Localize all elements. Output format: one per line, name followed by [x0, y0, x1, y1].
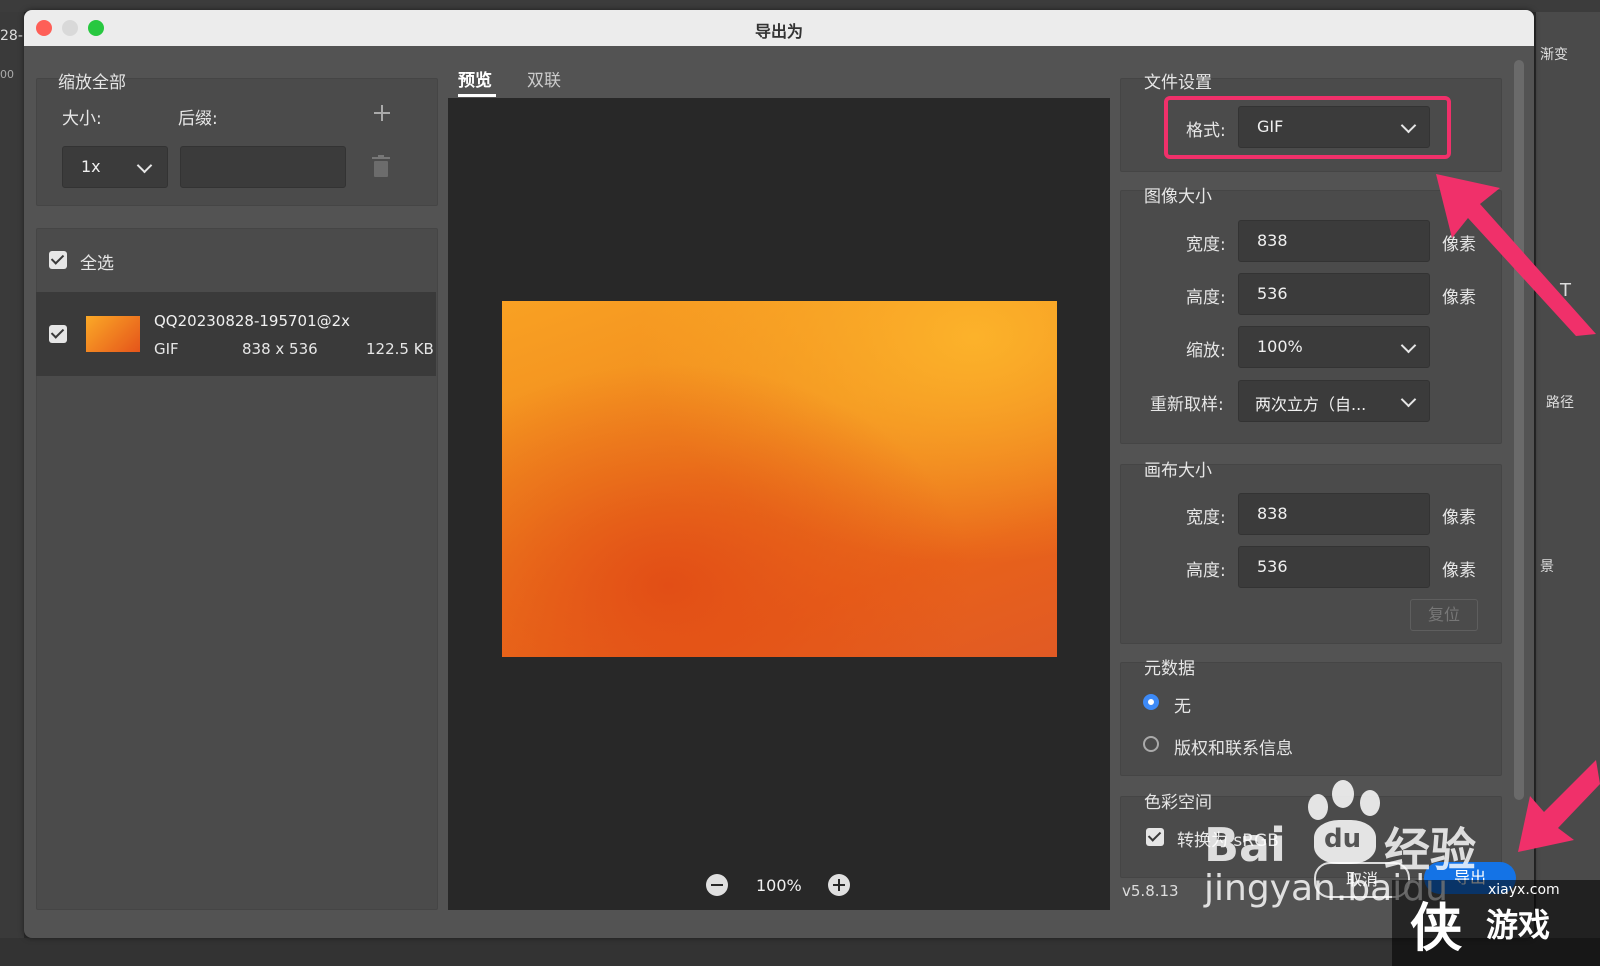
reset-button[interactable]: 复位 — [1410, 599, 1478, 631]
ruler-label: 00 — [0, 68, 14, 81]
canvas-height-label: 高度: — [1186, 561, 1226, 581]
title-bar: 导出为 — [24, 10, 1534, 46]
app-left-edge: 28- 00 — [0, 12, 24, 966]
canvas-height-value: 536 — [1257, 557, 1288, 576]
annotation-arrow-up-icon — [1436, 174, 1596, 336]
size-select-value: 1x — [81, 157, 101, 176]
image-height-label: 高度: — [1186, 288, 1226, 308]
add-scale-icon[interactable] — [374, 105, 390, 121]
metadata-heading: 元数据 — [1144, 659, 1195, 679]
background-label: 景 — [1540, 559, 1554, 575]
asset-filename: QQ20230828-195701@2x — [154, 312, 351, 330]
canvas-width-value: 838 — [1257, 504, 1288, 523]
paths-label: 路径 — [1546, 395, 1574, 411]
size-label: 大小: — [62, 109, 102, 129]
canvas-width-label: 宽度: — [1186, 508, 1226, 528]
asset-thumbnail — [86, 316, 140, 352]
zoom-level: 100% — [756, 876, 802, 895]
scale-select[interactable]: 100% — [1238, 326, 1430, 368]
resample-label: 重新取样: — [1150, 395, 1224, 415]
suffix-input[interactable] — [180, 146, 346, 188]
image-height-value: 536 — [1257, 284, 1288, 303]
scale-all-heading: 缩放全部 — [58, 73, 126, 93]
canvas-width-unit: 像素 — [1442, 508, 1476, 528]
xiayx-xia-glyph: 侠 — [1410, 899, 1463, 959]
metadata-none-label: 无 — [1174, 697, 1191, 717]
image-width-label: 宽度: — [1186, 235, 1226, 255]
canvas-height-input[interactable]: 536 — [1238, 546, 1430, 588]
trash-icon[interactable] — [372, 155, 390, 177]
metadata-copyright-label: 版权和联系信息 — [1174, 739, 1293, 759]
active-tab-indicator — [458, 94, 496, 97]
canvas-width-input[interactable]: 838 — [1238, 493, 1430, 535]
asset-row[interactable]: QQ20230828-195701@2x GIF 838 x 536 122.5… — [36, 292, 436, 376]
zoom-in-icon[interactable] — [828, 874, 850, 896]
annotation-highlight-box — [1164, 96, 1451, 159]
tab-preview[interactable]: 预览 — [458, 66, 492, 91]
xiayx-logo: xiayx.com 侠 游戏 — [1392, 880, 1600, 966]
asset-checkbox[interactable] — [49, 325, 67, 343]
chevron-down-icon — [136, 157, 153, 174]
size-select[interactable]: 1x — [62, 146, 168, 188]
resample-select-value: 两次立方（自... — [1255, 395, 1367, 414]
metadata-none-radio[interactable] — [1143, 694, 1159, 710]
image-width-input[interactable]: 838 — [1238, 220, 1430, 262]
select-all-checkbox[interactable] — [49, 251, 67, 269]
select-all-label: 全选 — [80, 254, 114, 274]
image-height-input[interactable]: 536 — [1238, 273, 1430, 315]
suffix-label: 后缀: — [178, 109, 218, 129]
scale-label: 缩放: — [1186, 341, 1226, 361]
baidu-watermark-bai: Bai — [1204, 818, 1286, 872]
gradient-label: 渐变 — [1540, 47, 1568, 63]
scale-select-value: 100% — [1257, 337, 1303, 356]
xiayx-site: xiayx.com — [1488, 882, 1560, 898]
zoom-out-icon[interactable] — [706, 874, 728, 896]
metadata-copyright-radio[interactable] — [1143, 736, 1159, 752]
preview-image — [502, 301, 1057, 657]
chevron-down-icon — [1400, 391, 1417, 408]
asset-dimensions: 838 x 536 — [242, 340, 318, 358]
chevron-down-icon — [1400, 337, 1417, 354]
canvas-size-heading: 画布大小 — [1144, 461, 1212, 481]
preview-canvas[interactable]: 100% — [448, 98, 1110, 910]
ruler-label: 28- — [0, 28, 23, 44]
asset-filesize: 122.5 KB — [366, 340, 434, 358]
asset-format: GIF — [154, 340, 179, 358]
app-status-bar — [0, 938, 1600, 966]
baidu-watermark-du: du — [1324, 824, 1362, 854]
color-space-heading: 色彩空间 — [1144, 793, 1212, 813]
dialog-title: 导出为 — [754, 22, 803, 41]
version-label: v5.8.13 — [1122, 882, 1179, 900]
file-settings-heading: 文件设置 — [1144, 73, 1212, 93]
convert-srgb-checkbox[interactable] — [1146, 828, 1164, 846]
annotation-arrow-down-icon — [1518, 760, 1600, 852]
tab-2up[interactable]: 双联 — [527, 66, 561, 91]
resample-select[interactable]: 两次立方（自... — [1238, 380, 1430, 422]
image-size-heading: 图像大小 — [1144, 187, 1212, 207]
baidu-paw-logo: du — [1300, 780, 1390, 870]
xiayx-game: 游戏 — [1486, 906, 1551, 944]
canvas-height-unit: 像素 — [1442, 561, 1476, 581]
image-width-value: 838 — [1257, 231, 1288, 250]
